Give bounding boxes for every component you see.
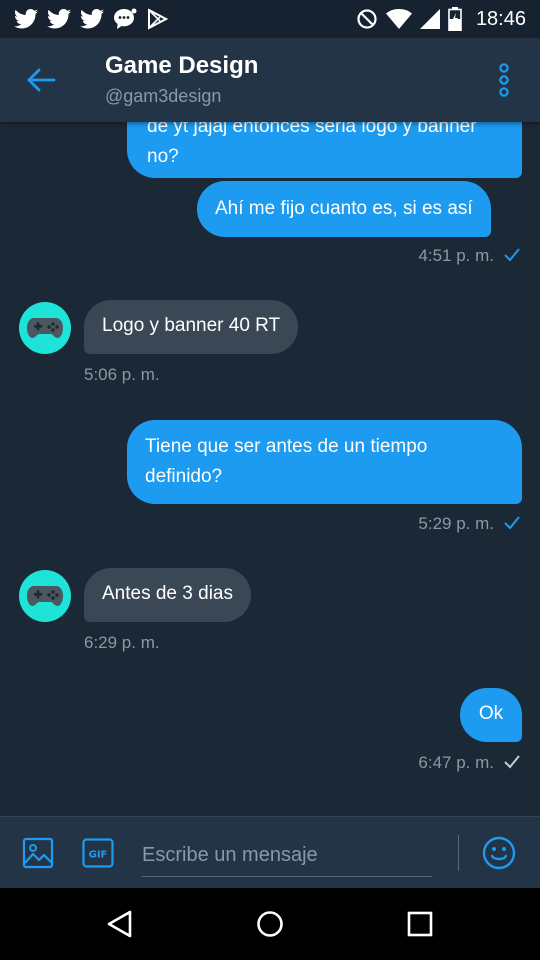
wifi-icon [385,8,412,30]
status-bar: 18:46 [0,0,540,38]
message-text: de yt jajaj entonces seria logo y banner… [147,122,477,167]
nav-home-button[interactable] [254,908,286,940]
message-icon [113,8,137,30]
play-store-icon [146,8,168,30]
read-check-icon [504,515,520,535]
arrow-left-icon [27,68,56,92]
message-text: Tiene que ser antes de un tiempo definid… [145,436,428,487]
do-not-disturb-icon [356,8,378,30]
message-text: Ahí me fijo cuanto es, si es así [215,198,473,219]
message-text: Logo y banner 40 RT [102,315,281,336]
message-text: Ok [478,703,504,724]
message-timestamp: 6:47 p. m. [418,753,520,774]
conversation-header: Game Design @gam3design [0,38,540,122]
back-button[interactable] [24,64,60,96]
svg-text:GIF: GIF [89,850,108,861]
message-timestamp: 5:06 p. m. [84,365,160,384]
read-check-icon [504,247,520,267]
image-icon [22,837,54,869]
gif-icon: GIF [82,838,114,868]
message-bubble-incoming[interactable]: Antes de 3 dias [84,568,251,622]
gamepad-icon [27,586,63,606]
message-bubble-outgoing[interactable]: Ahí me fijo cuanto es, si es así [197,181,491,237]
twitter-icon [47,9,71,29]
add-gif-button[interactable]: GIF [82,838,114,868]
message-timestamp: 4:51 p. m. [418,246,520,267]
conversation-title[interactable]: Game Design [105,52,258,80]
avatar[interactable] [19,302,71,354]
cell-signal-icon [419,8,440,30]
message-text: Antes de 3 dias [102,583,233,604]
message-list[interactable]: de yt jajaj entonces seria logo y banner… [0,122,540,816]
smiley-icon [482,836,516,870]
message-bubble-outgoing[interactable]: Ok [460,688,522,742]
avatar[interactable] [19,570,71,622]
conversation-handle: @gam3design [105,86,222,106]
triangle-back-icon [107,910,132,938]
twitter-icon [80,9,104,29]
composer-divider [458,835,459,871]
message-timestamp: 5:29 p. m. [418,514,520,535]
message-timestamp: 6:29 p. m. [84,633,160,652]
navigation-bar [0,888,540,960]
message-bubble-outgoing[interactable]: de yt jajaj entonces seria logo y banner… [127,122,522,178]
message-bubble-incoming[interactable]: Logo y banner 40 RT [84,300,299,354]
message-bubble-outgoing[interactable]: Tiene que ser antes de un tiempo definid… [127,420,522,504]
more-options-button[interactable] [494,62,514,98]
status-time: 18:46 [475,7,526,30]
nav-back-button[interactable] [104,908,136,940]
circle-home-icon [257,911,283,937]
gamepad-icon [27,318,63,338]
message-composer: GIF [0,816,540,889]
emoji-button[interactable] [482,836,516,870]
add-photo-button[interactable] [22,837,54,869]
message-input[interactable] [142,835,432,877]
square-recents-icon [407,911,433,937]
more-vertical-icon [499,63,509,97]
battery-icon [448,7,462,31]
sent-check-icon [504,754,520,774]
twitter-icon [14,9,38,29]
nav-recents-button[interactable] [404,908,436,940]
